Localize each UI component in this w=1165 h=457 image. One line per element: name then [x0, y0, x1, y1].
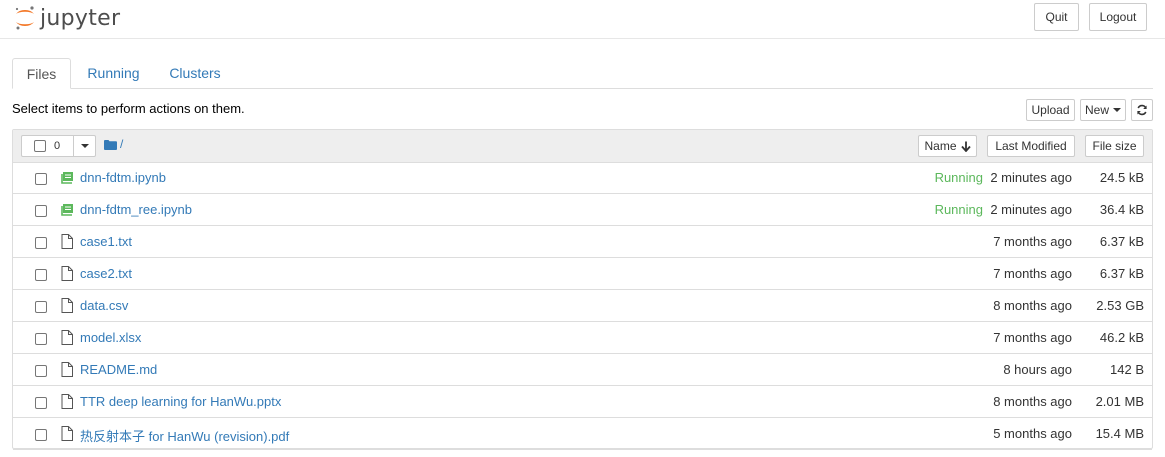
selection-hint: Select items to perform actions on them.	[12, 101, 245, 116]
file-row[interactable]: case2.txt 7 months ago 6.37 kB	[13, 258, 1152, 290]
file-list: 0 / Name Last Modified File size dnn-fdt…	[12, 129, 1153, 450]
file-size: 2.01 MB	[1095, 394, 1144, 409]
file-size: 6.37 kB	[1099, 266, 1144, 281]
file-row[interactable]: model.xlsx 7 months ago 46.2 kB	[13, 322, 1152, 354]
select-all-checkbox[interactable]	[34, 140, 46, 152]
logout-button[interactable]: Logout	[1089, 3, 1147, 31]
file-size: 24.5 kB	[1099, 170, 1144, 185]
refresh-icon	[1137, 104, 1147, 116]
arrow-down-icon	[960, 141, 971, 152]
sort-by-name-button[interactable]: Name	[918, 135, 977, 157]
refresh-button[interactable]	[1131, 99, 1153, 121]
sort-by-modified-button[interactable]: Last Modified	[987, 135, 1075, 157]
select-all-checkbox-area: 0	[22, 136, 74, 156]
caret-down-icon	[80, 144, 89, 148]
new-label: New	[1084, 103, 1109, 117]
selected-count: 0	[54, 140, 61, 152]
jupyter-logo-icon	[15, 6, 34, 30]
file-row[interactable]: README.md 8 hours ago 142 B	[13, 354, 1152, 386]
header-bar: jupyter Quit Logout	[0, 0, 1165, 39]
breadcrumb-path[interactable]: /	[120, 137, 123, 151]
sort-name-label: Name	[924, 139, 957, 153]
quit-button[interactable]: Quit	[1034, 3, 1079, 31]
jupyter-logo[interactable]: jupyter	[14, 4, 120, 32]
folder-icon[interactable]	[104, 140, 117, 150]
file-row[interactable]: dnn-fdtm.ipynb Running 2 minutes ago 24.5 k…	[13, 162, 1152, 194]
file-row[interactable]: 热反射本子 for HanWu (revision).pdf 5 months a…	[13, 418, 1152, 450]
tab-files[interactable]: Files	[12, 58, 71, 89]
file-size: 15.4 MB	[1095, 426, 1144, 441]
tab-running[interactable]: Running	[77, 58, 150, 88]
upload-button[interactable]: Upload	[1026, 99, 1075, 121]
select-dropdown-toggle[interactable]	[74, 136, 95, 156]
logo-text: jupyter	[40, 5, 121, 31]
file-row[interactable]: dnn-fdtm_ree.ipynb Running 2 minutes ago 36…	[13, 194, 1152, 226]
sort-by-size-button[interactable]: File size	[1085, 135, 1144, 157]
select-all-control[interactable]: 0	[21, 135, 96, 157]
new-dropdown-button[interactable]: New	[1080, 99, 1126, 121]
file-row[interactable]: data.csv 8 months ago 2.53 GB	[13, 290, 1152, 322]
caret-down-icon	[1113, 108, 1121, 112]
file-row[interactable]: TTR deep learning for HanWu.pptx 8 months…	[13, 386, 1152, 418]
file-size: 2.53 GB	[1096, 298, 1144, 313]
tab-clusters[interactable]: Clusters	[160, 58, 230, 88]
file-list-header: 0 / Name Last Modified File size	[13, 130, 1152, 163]
tab-bar: Files Running Clusters	[12, 58, 1153, 89]
file-size: 6.37 kB	[1099, 234, 1144, 249]
file-size: 46.2 kB	[1099, 330, 1144, 345]
file-row[interactable]: case1.txt 7 months ago 6.37 kB	[13, 226, 1152, 258]
file-size: 36.4 kB	[1099, 202, 1144, 217]
file-size: 142 B	[1110, 362, 1144, 377]
